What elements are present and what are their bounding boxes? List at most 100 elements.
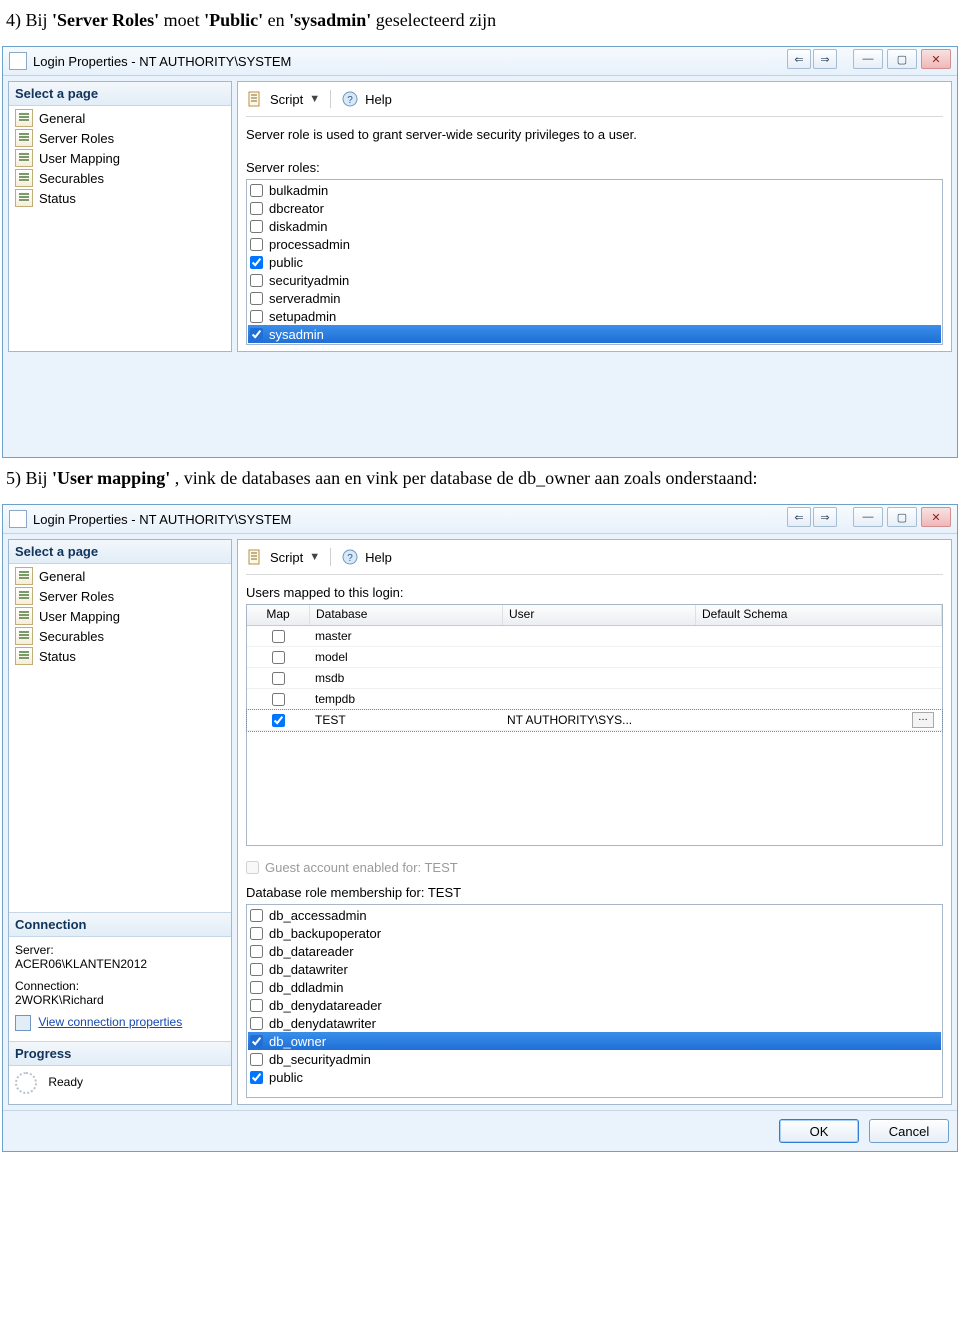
map-row-master[interactable]: master	[247, 626, 942, 647]
dbrole-datareader[interactable]: db_datareader	[248, 942, 941, 960]
toolbar: Script ▼ ? Help	[246, 88, 943, 117]
view-connection-link[interactable]: View connection properties	[15, 1015, 225, 1031]
sidebar-item-securables[interactable]: Securables	[9, 626, 231, 646]
dialog-button-bar: OK Cancel	[3, 1110, 957, 1151]
sidebar-item-user-mapping[interactable]: User Mapping	[9, 148, 231, 168]
col-database[interactable]: Database	[310, 605, 503, 625]
map-row-tempdb[interactable]: tempdb	[247, 689, 942, 710]
close-button[interactable]: ✕	[921, 507, 951, 527]
script-button[interactable]: Script	[270, 550, 303, 565]
sidebar-item-status[interactable]: Status	[9, 188, 231, 208]
page-icon	[15, 149, 33, 167]
script-dropdown-icon[interactable]: ▼	[309, 551, 320, 563]
dbrole-datawriter[interactable]: db_datawriter	[248, 960, 941, 978]
window-icon	[9, 510, 27, 528]
sidebar-header: Select a page	[9, 82, 231, 106]
server-label: Server:	[15, 943, 225, 957]
server-value: ACER06\KLANTEN2012	[15, 957, 225, 971]
role-diskadmin[interactable]: diskadmin	[248, 217, 941, 235]
role-processadmin[interactable]: processadmin	[248, 235, 941, 253]
titlebar: Login Properties - NT AUTHORITY\SYSTEM ⇐…	[3, 47, 957, 76]
page-icon	[15, 587, 33, 605]
main-panel: Script ▼ ? Help Server role is used to g…	[237, 81, 952, 352]
nav-back-button[interactable]: ⇐	[787, 49, 811, 69]
script-icon	[246, 548, 264, 566]
nav-back-button[interactable]: ⇐	[787, 507, 811, 527]
instruction-step-5: 5) Bij 'User mapping' , vink de database…	[6, 468, 960, 489]
progress-spinner-icon	[15, 1072, 37, 1094]
page-icon	[15, 647, 33, 665]
dbrole-backupoperator[interactable]: db_backupoperator	[248, 924, 941, 942]
ok-button[interactable]: OK	[779, 1119, 859, 1143]
page-icon	[15, 129, 33, 147]
script-dropdown-icon[interactable]: ▼	[309, 93, 320, 105]
main-panel: Script ▼ ? Help Users mapped to this log…	[237, 539, 952, 1105]
role-bulkadmin[interactable]: bulkadmin	[248, 181, 941, 199]
page-icon	[15, 109, 33, 127]
page-icon	[15, 169, 33, 187]
help-button[interactable]: Help	[365, 92, 392, 107]
script-button[interactable]: Script	[270, 92, 303, 107]
dbrole-denydatareader[interactable]: db_denydatareader	[248, 996, 941, 1014]
col-schema[interactable]: Default Schema	[696, 605, 942, 625]
login-properties-window-2: Login Properties - NT AUTHORITY\SYSTEM ⇐…	[2, 504, 958, 1152]
maximize-button[interactable]: ▢	[887, 49, 917, 69]
sidebar-header: Select a page	[9, 540, 231, 564]
script-icon	[246, 90, 264, 108]
nav-forward-button[interactable]: ⇒	[813, 49, 837, 69]
role-membership-label: Database role membership for: TEST	[246, 885, 943, 900]
col-user[interactable]: User	[503, 605, 696, 625]
sidebar-item-server-roles[interactable]: Server Roles	[9, 128, 231, 148]
titlebar: Login Properties - NT AUTHORITY\SYSTEM ⇐…	[3, 505, 957, 534]
sidebar-item-general[interactable]: General	[9, 108, 231, 128]
dbrole-denydatawriter[interactable]: db_denydatawriter	[248, 1014, 941, 1032]
window-icon	[9, 52, 27, 70]
page-icon	[15, 567, 33, 585]
role-dbcreator[interactable]: dbcreator	[248, 199, 941, 217]
progress-status: Ready	[9, 1066, 231, 1104]
help-button[interactable]: Help	[365, 550, 392, 565]
users-mapped-label: Users mapped to this login:	[246, 585, 943, 600]
sidebar-item-general[interactable]: General	[9, 566, 231, 586]
dbrole-accessadmin[interactable]: db_accessadmin	[248, 906, 941, 924]
role-sysadmin[interactable]: sysadmin	[248, 325, 941, 343]
role-setupadmin[interactable]: setupadmin	[248, 307, 941, 325]
svg-text:?: ?	[347, 95, 353, 106]
server-roles-list: bulkadmin dbcreator diskadmin processadm…	[246, 179, 943, 345]
window-title: Login Properties - NT AUTHORITY\SYSTEM	[33, 54, 291, 69]
map-row-test[interactable]: TEST NT AUTHORITY\SYS... …	[247, 710, 942, 731]
window-title: Login Properties - NT AUTHORITY\SYSTEM	[33, 512, 291, 527]
cancel-button[interactable]: Cancel	[869, 1119, 949, 1143]
sidebar-item-securables[interactable]: Securables	[9, 168, 231, 188]
map-row-model[interactable]: model	[247, 647, 942, 668]
dbrole-public[interactable]: public	[248, 1068, 941, 1086]
users-mapped-table: Map Database User Default Schema master …	[246, 604, 943, 846]
help-icon: ?	[341, 548, 359, 566]
role-securityadmin[interactable]: securityadmin	[248, 271, 941, 289]
db-role-list: db_accessadmin db_backupoperator db_data…	[246, 904, 943, 1098]
svg-text:?: ?	[347, 553, 353, 564]
instruction-step-4: 4) Bij 'Server Roles' moet 'Public' en '…	[6, 10, 960, 31]
page-description: Server role is used to grant server-wide…	[246, 127, 943, 142]
dbrole-ddladmin[interactable]: db_ddladmin	[248, 978, 941, 996]
map-row-msdb[interactable]: msdb	[247, 668, 942, 689]
role-public[interactable]: public	[248, 253, 941, 271]
page-selector-sidebar: Select a page General Server Roles User …	[8, 539, 232, 1105]
role-serveradmin[interactable]: serveradmin	[248, 289, 941, 307]
connection-header: Connection	[9, 913, 231, 937]
minimize-button[interactable]: —	[853, 507, 883, 527]
col-map[interactable]: Map	[247, 605, 310, 625]
minimize-button[interactable]: —	[853, 49, 883, 69]
sidebar-item-server-roles[interactable]: Server Roles	[9, 586, 231, 606]
sidebar-item-user-mapping[interactable]: User Mapping	[9, 606, 231, 626]
schema-browse-button[interactable]: …	[912, 712, 934, 728]
dbrole-securityadmin[interactable]: db_securityadmin	[248, 1050, 941, 1068]
toolbar: Script ▼ ? Help	[246, 546, 943, 575]
nav-forward-button[interactable]: ⇒	[813, 507, 837, 527]
dbrole-owner[interactable]: db_owner	[248, 1032, 941, 1050]
close-button[interactable]: ✕	[921, 49, 951, 69]
login-properties-window-1: Login Properties - NT AUTHORITY\SYSTEM ⇐…	[2, 46, 958, 458]
connection-label: Connection:	[15, 979, 225, 993]
maximize-button[interactable]: ▢	[887, 507, 917, 527]
sidebar-item-status[interactable]: Status	[9, 646, 231, 666]
